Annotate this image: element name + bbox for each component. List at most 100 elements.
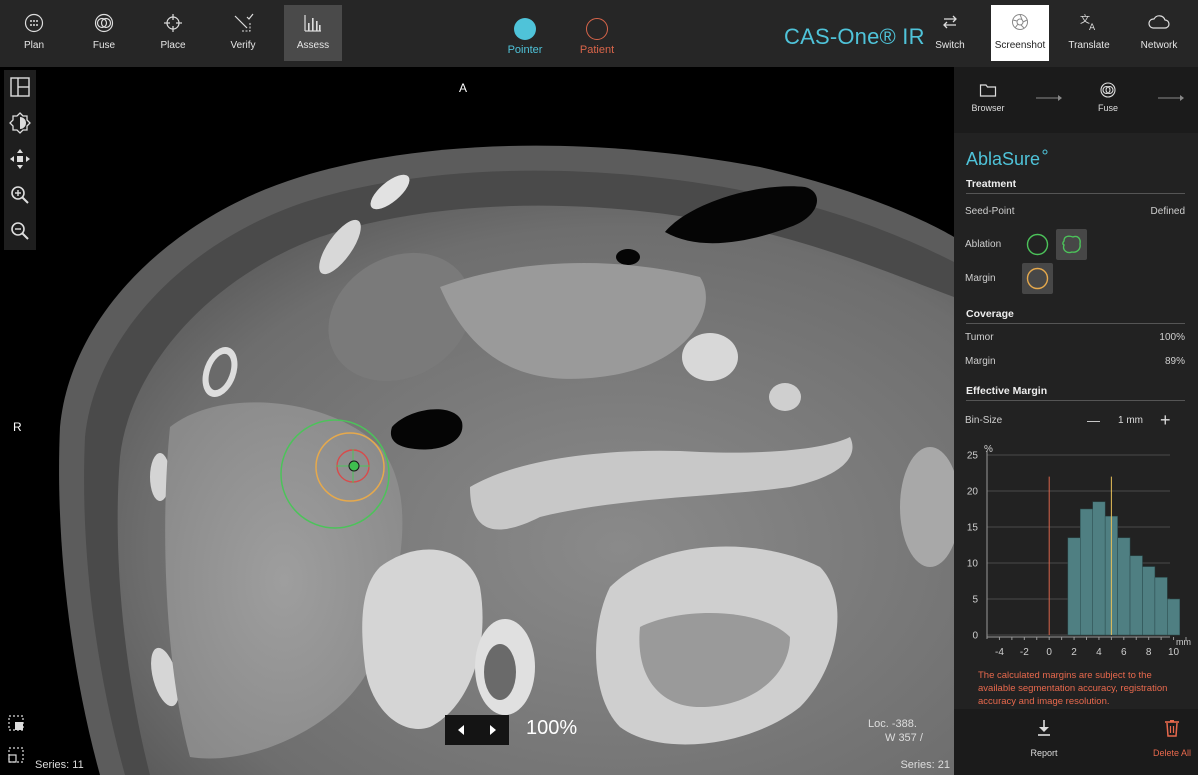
bin-size-increase-button[interactable]: + (1160, 410, 1171, 431)
window-line: W 357 / (885, 732, 923, 744)
tumor-coverage-value: 100% (1159, 332, 1185, 343)
histogram-x-unit: mm (1176, 637, 1191, 647)
delete-all-button[interactable]: Delete All (1137, 719, 1198, 758)
histogram-bar (1080, 508, 1093, 636)
translate-button[interactable]: 文A Translate (1060, 5, 1118, 61)
bin-size-label: Bin-Size (965, 415, 1003, 426)
patient-label: Patient (579, 44, 615, 56)
verify-label: Verify (230, 40, 256, 51)
zoom-level: 100% (526, 717, 578, 739)
ablation-label: Ablation (965, 239, 1002, 250)
tumor-coverage-label: Tumor (965, 332, 994, 343)
network-button[interactable]: Network (1130, 5, 1188, 61)
report-button[interactable]: Report (1009, 719, 1079, 758)
histogram-bar (1117, 537, 1131, 636)
margin-coverage-value: 89% (1164, 356, 1185, 367)
orange-circle-icon (1026, 267, 1049, 290)
histogram-y-tick-label: 10 (967, 559, 979, 570)
place-button[interactable]: Place (144, 5, 202, 61)
histogram-bar (1154, 577, 1168, 636)
network-label: Network (1140, 40, 1178, 51)
pointer-dot-icon (514, 18, 536, 40)
chevron-right-icon (490, 725, 496, 735)
patient-ring-icon (586, 18, 608, 40)
ablasure-dot-icon (1042, 149, 1048, 155)
ablasure-title-text: AblaSure (966, 149, 1041, 169)
download-icon (1038, 720, 1050, 736)
histogram-x-tick-label: -4 (995, 647, 1004, 658)
histogram-bar (1067, 537, 1081, 636)
browser-label: Browser (971, 103, 1005, 113)
patient-mode-toggle[interactable]: Patient (557, 18, 637, 56)
zoom-out-icon[interactable] (9, 220, 31, 242)
verify-button[interactable]: Verify (214, 5, 272, 61)
histogram-bar (1092, 501, 1106, 636)
fuse-label: Fuse (92, 40, 116, 51)
next-slice-button[interactable] (490, 725, 496, 735)
panel-actions: Report Delete All (954, 709, 1198, 775)
histogram-y-tick-label: 15 (967, 523, 979, 534)
assess-chart-icon (284, 5, 342, 35)
effective-margin-header: Effective Margin (966, 385, 1185, 401)
histogram-y-tick-label: 0 (972, 631, 978, 642)
seed-point-label: Seed-Point (965, 206, 1015, 217)
zoom-in-icon[interactable] (9, 184, 31, 206)
fuse-icon (1100, 82, 1116, 98)
pointer-mode-toggle[interactable]: Pointer (485, 18, 565, 56)
select-region-icon[interactable] (7, 714, 29, 736)
margin-label: Margin (965, 273, 996, 284)
histogram-x-tick-label: 4 (1096, 647, 1102, 658)
seed-point-marker (348, 460, 360, 472)
histogram-x-tick-label: -2 (1020, 647, 1029, 658)
report-label: Report (1030, 748, 1058, 758)
location-readout: Loc. -388. W 357 / (868, 717, 923, 745)
previous-slice-button[interactable] (458, 725, 464, 735)
series-right-label: Series: 21 (900, 759, 950, 771)
ablation-sphere-button[interactable] (1022, 229, 1053, 260)
assess-button[interactable]: Assess (284, 5, 342, 61)
layout-icon[interactable] (9, 76, 31, 98)
camera-shutter-icon (991, 5, 1049, 35)
histogram-x-tick-label: 0 (1046, 647, 1052, 658)
ct-image-viewer[interactable]: A R 100% Loc. -388. W 357 / Series: 11 S… (0, 67, 954, 775)
ct-scan-image (59, 145, 954, 775)
plan-icon (5, 5, 63, 35)
screenshot-button[interactable]: Screenshot (991, 5, 1049, 61)
ablation-shape-button[interactable] (1056, 229, 1087, 260)
histogram-y-tick-label: 5 (972, 595, 978, 606)
delete-all-label: Delete All (1152, 748, 1192, 758)
orientation-right: R (13, 420, 22, 434)
arrow-right-icon (1158, 95, 1184, 101)
fuse-button[interactable]: Fuse (75, 5, 133, 61)
fuse-icon (75, 5, 133, 35)
place-label: Place (160, 40, 186, 51)
translate-label: Translate (1068, 40, 1110, 51)
assessment-panel: Browser Fuse AblaSure Treatment Seed-Poi… (954, 67, 1198, 775)
assess-label: Assess (296, 40, 330, 51)
histogram-y-tick-label: 25 (967, 451, 979, 462)
panel-fuse-button[interactable]: Fuse (1078, 82, 1138, 113)
ablasure-title: AblaSure (966, 149, 1048, 170)
margin-histogram: 0 5 10 15 20 25 -4 -2 0 2 4 6 8 10% mm (967, 444, 1191, 658)
arrow-right-icon (1036, 95, 1062, 101)
green-circle-icon (1026, 233, 1049, 256)
coverage-header: Coverage (966, 308, 1185, 324)
pointer-label: Pointer (507, 44, 543, 56)
margin-disclaimer: The calculated margins are subject to th… (978, 670, 1168, 707)
panel-navigation: Browser Fuse (954, 67, 1198, 133)
bin-size-value: 1 mm (1118, 415, 1143, 426)
switch-button[interactable]: Switch (921, 5, 979, 61)
select-dashed-icon[interactable] (7, 746, 29, 768)
treatment-header: Treatment (966, 178, 1185, 194)
panel-fuse-label: Fuse (1097, 103, 1118, 113)
orientation-anterior: A (459, 81, 468, 95)
seed-point-value: Defined (1150, 206, 1185, 217)
margin-sphere-button[interactable] (1022, 263, 1053, 294)
svg-text:A: A (1089, 23, 1096, 31)
plan-button[interactable]: Plan (5, 5, 63, 61)
contrast-icon[interactable] (9, 112, 31, 134)
bin-size-decrease-button[interactable]: — (1087, 413, 1100, 428)
verify-icon (214, 5, 272, 35)
pan-move-icon[interactable] (9, 148, 31, 170)
browser-button[interactable]: Browser (958, 82, 1018, 113)
